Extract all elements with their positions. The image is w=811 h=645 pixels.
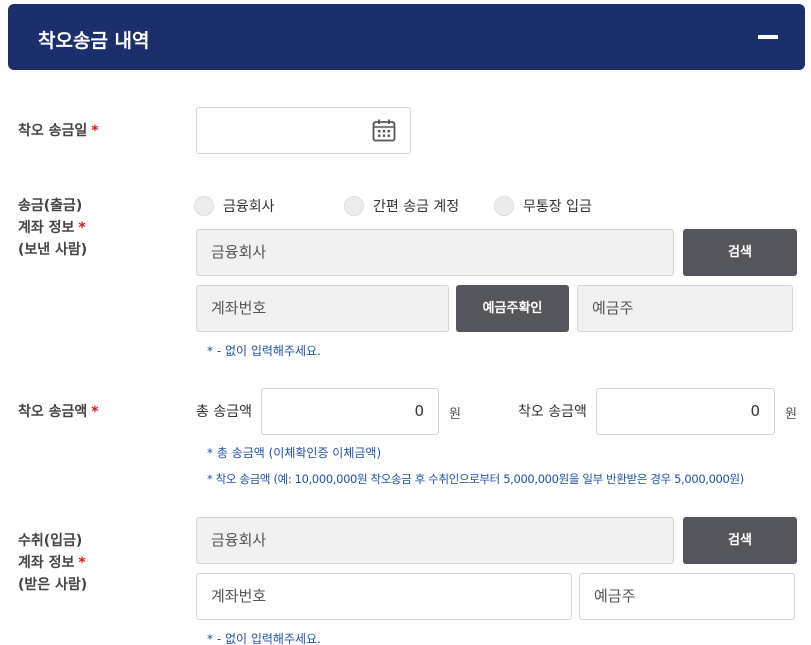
receiver-search-button[interactable]: 검색 <box>683 517 797 564</box>
receiver-label-line3: (받은 사람) <box>18 577 88 593</box>
amount-label-text: 착오 송금액 <box>18 404 88 420</box>
receiver-label: 수취(입금) 계좌 정보 * (받은 사람) <box>18 530 87 596</box>
radio-label: 금융회사 <box>223 199 275 215</box>
radio-bank[interactable]: 금융회사 <box>194 196 275 216</box>
radio-circle[interactable] <box>344 196 364 216</box>
date-label-text: 착오 송금일 <box>18 123 88 139</box>
won-unit: 원 <box>785 407 797 422</box>
required-mark: * <box>78 555 86 571</box>
section-header: 착오송금 내역 <box>8 4 805 70</box>
required-mark: * <box>78 220 86 236</box>
sender-label: 송금(출금) 계좌 정보 * (보낸 사람) <box>18 195 87 261</box>
sender-note: * - 없이 입력해주세요. <box>207 344 321 358</box>
receiver-note: * - 없이 입력해주세요. <box>207 632 321 645</box>
radio-circle[interactable] <box>194 196 214 216</box>
minus-icon[interactable] <box>758 35 778 39</box>
mistaken-amount-label: 착오 송금액 <box>518 404 587 420</box>
receiver-bank-field[interactable]: 금융회사 <box>196 517 674 564</box>
sender-search-button[interactable]: 검색 <box>683 229 797 276</box>
amount-note-mistaken: * 착오 송금액 (예: 10,000,000원 착오송금 후 수취인으로부터 … <box>207 472 744 486</box>
radio-label: 간편 송금 계정 <box>373 199 460 215</box>
amount-note-total: * 총 송금액 (이체확인증 이체금액) <box>207 446 382 460</box>
won-unit: 원 <box>449 407 461 422</box>
receiver-label-line1: 수취(입금) <box>18 533 83 549</box>
radio-label: 무통장 입금 <box>523 199 592 215</box>
sender-account-field[interactable]: 계좌번호 <box>196 285 449 332</box>
total-amount-label: 총 송금액 <box>196 404 252 420</box>
amount-label: 착오 송금액 * <box>18 401 99 423</box>
section-title: 착오송금 내역 <box>38 30 150 52</box>
receiver-account-field[interactable]: 계좌번호 <box>196 573 572 620</box>
verify-holder-button[interactable]: 예금주확인 <box>456 285 569 332</box>
receiver-holder-field[interactable]: 예금주 <box>579 573 795 620</box>
calendar-icon[interactable] <box>372 119 396 142</box>
date-label: 착오 송금일 * <box>18 120 99 142</box>
sender-bank-field[interactable]: 금융회사 <box>196 229 674 276</box>
required-mark: * <box>91 404 99 420</box>
required-mark: * <box>91 123 99 139</box>
sender-label-line1: 송금(출금) <box>18 198 83 214</box>
mistaken-amount-input[interactable]: 0 <box>596 388 775 435</box>
sender-holder-field[interactable]: 예금주 <box>577 285 793 332</box>
radio-easy-transfer[interactable]: 간편 송금 계정 <box>344 196 459 216</box>
radio-circle[interactable] <box>494 196 514 216</box>
radio-cash-deposit[interactable]: 무통장 입금 <box>494 196 592 216</box>
receiver-label-line2: 계좌 정보 <box>18 555 75 571</box>
total-amount-input[interactable]: 0 <box>261 388 439 435</box>
sender-label-line2: 계좌 정보 <box>18 220 75 236</box>
sender-label-line3: (보낸 사람) <box>18 242 88 258</box>
